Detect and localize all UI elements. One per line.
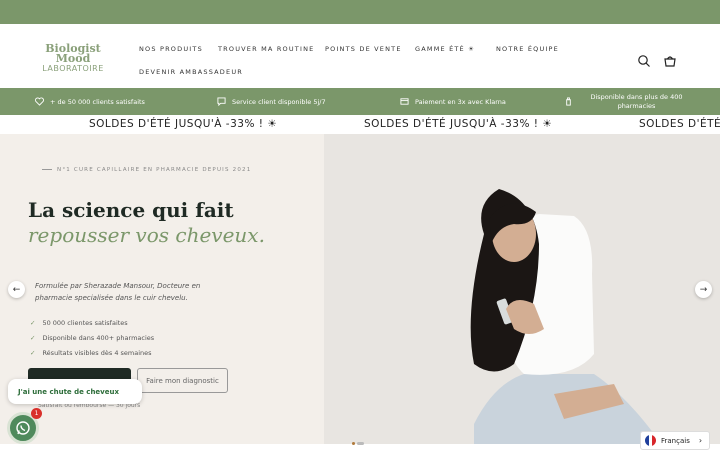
nav-item-team[interactable]: NOTRE ÉQUIPE: [496, 45, 559, 53]
carousel-dot[interactable]: [357, 442, 364, 445]
carousel-pagination[interactable]: [352, 430, 366, 449]
benefits-bar: + de 50 000 clients satisfaits Service c…: [0, 88, 720, 115]
france-flag-icon: [645, 435, 656, 446]
hero-image: [324, 134, 720, 444]
check-icon: ✓: [30, 349, 36, 357]
chevron-right-icon: ›: [698, 436, 703, 445]
benefit-pharmacies: Disponible dans plus de 400 pharmacies: [564, 88, 694, 115]
bottle-icon: [566, 97, 571, 106]
language-label: Français: [661, 436, 690, 445]
hero-description: Formulée par Sherazade Mansour, Docteure…: [35, 282, 201, 302]
search-icon[interactable]: [637, 54, 651, 68]
arrow-left-icon: ←: [12, 284, 21, 295]
notification-badge: 1: [31, 408, 42, 419]
hero-eyebrow: N°1 CURE CAPILLAIRE EN PHARMACIE DEPUIS …: [42, 167, 251, 173]
language-selector[interactable]: Français ›: [640, 431, 710, 450]
check-icon: ✓: [30, 319, 36, 327]
logo-line-2: Mood: [55, 52, 91, 65]
diagnostic-button[interactable]: Faire mon diagnostic: [137, 368, 228, 393]
chat-prompt-bubble[interactable]: J'ai une chute de cheveux: [8, 379, 142, 404]
hero-check-item: ✓ Résultats visibles dès 4 semaines: [30, 349, 152, 357]
nav-item-ambassador[interactable]: DEVENIR AMBASSADEUR: [139, 68, 243, 76]
whatsapp-icon: [16, 421, 30, 435]
marquee-text: SOLDES D'ÉTÉ JUSQU'À -33% ! ☀: [89, 118, 278, 130]
carousel-prev-button[interactable]: ←: [8, 281, 25, 298]
check-label: Disponible dans 400+ pharmacies: [42, 334, 155, 342]
check-icon: ✓: [30, 334, 36, 342]
nav-item-routine[interactable]: TROUVER MA ROUTINE: [218, 45, 314, 53]
benefit-clients: + de 50 000 clients satisfaits: [35, 88, 145, 115]
heart-icon: [35, 97, 44, 106]
benefit-payment: Paiement en 3x avec Klarna: [400, 88, 506, 115]
check-label: Résultats visibles dès 4 semaines: [42, 349, 152, 357]
check-label: 50 000 clientes satisfaites: [42, 319, 128, 327]
nav-item-summer-range[interactable]: GAMME ÉTÉ ☀: [415, 45, 475, 53]
benefit-label: + de 50 000 clients satisfaits: [50, 97, 145, 106]
hero-headline: La science qui fait repousser vos cheveu…: [28, 198, 318, 248]
chat-icon: [217, 97, 226, 106]
nav-item-stores[interactable]: POINTS DE VENTE: [325, 45, 402, 53]
headline-accent: repousser vos cheveux.: [28, 223, 265, 247]
marquee-text: SOLDES D'ÉTÉ JUSQU'À -33% ! ☀: [639, 118, 720, 130]
benefit-label: Service client disponible 5j/7: [232, 97, 326, 106]
logo-line-3: LABORATOIRE: [42, 64, 104, 73]
marquee-text: SOLDES D'ÉTÉ JUSQU'À -33% ! ☀: [364, 118, 553, 130]
headline-plain: La science qui fait: [28, 198, 234, 222]
arrow-right-icon: →: [699, 284, 708, 295]
hero-check-item: ✓ Disponible dans 400+ pharmacies: [30, 334, 154, 342]
announcement-bar: [0, 0, 720, 24]
cart-icon[interactable]: [663, 54, 677, 68]
carousel-next-button[interactable]: →: [695, 281, 712, 298]
benefit-label: Disponible dans plus de 400 pharmacies: [590, 92, 683, 110]
benefit-service: Service client disponible 5j/7: [217, 88, 326, 115]
card-icon: [400, 98, 409, 105]
site-header: Biologist Mood LABORATOIRE NOS PRODUITS …: [0, 24, 720, 88]
carousel-dot[interactable]: [352, 442, 355, 445]
brand-logo[interactable]: Biologist Mood LABORATOIRE: [38, 43, 108, 74]
nav-item-products[interactable]: NOS PRODUITS: [139, 45, 203, 53]
model-photo: [324, 134, 720, 444]
hero-check-item: ✓ 50 000 clientes satisfaites: [30, 319, 128, 327]
promo-marquee: SOLDES D'ÉTÉ JUSQU'À -33% ! ☀ SOLDES D'É…: [0, 115, 720, 134]
benefit-label: Paiement en 3x avec Klarna: [415, 97, 506, 106]
